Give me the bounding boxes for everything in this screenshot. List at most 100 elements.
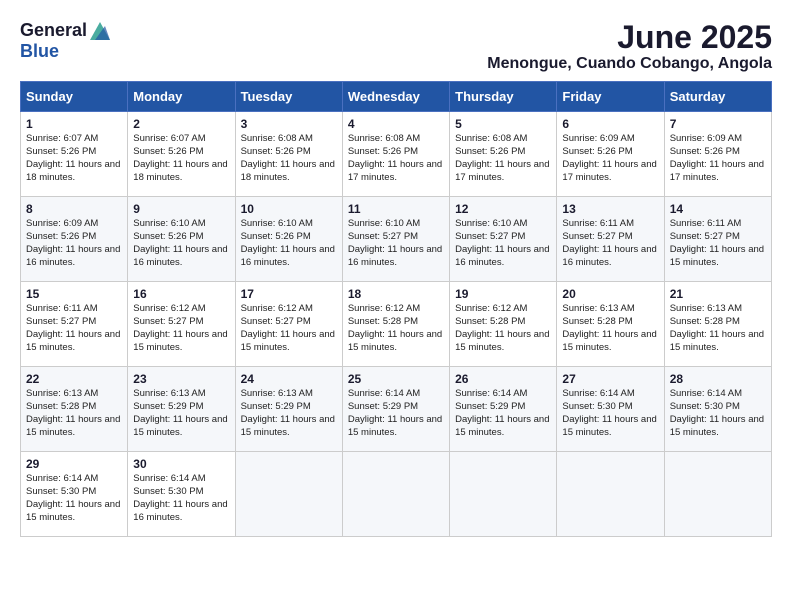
calendar-cell: 11 Sunrise: 6:10 AM Sunset: 5:27 PM Dayl… [342,197,449,282]
logo-icon [90,22,110,40]
day-number: 22 [26,372,122,386]
calendar-cell: 12 Sunrise: 6:10 AM Sunset: 5:27 PM Dayl… [450,197,557,282]
calendar-cell [664,452,771,537]
logo-blue-text: Blue [20,41,59,62]
day-number: 29 [26,457,122,471]
calendar-cell: 19 Sunrise: 6:12 AM Sunset: 5:28 PM Dayl… [450,282,557,367]
calendar-cell: 2 Sunrise: 6:07 AM Sunset: 5:26 PM Dayli… [128,112,235,197]
day-number: 14 [670,202,766,216]
day-number: 3 [241,117,337,131]
calendar-table: Sunday Monday Tuesday Wednesday Thursday… [20,81,772,537]
day-number: 20 [562,287,658,301]
day-number: 11 [348,202,444,216]
calendar-cell: 14 Sunrise: 6:11 AM Sunset: 5:27 PM Dayl… [664,197,771,282]
day-number: 18 [348,287,444,301]
day-info: Sunrise: 6:10 AM Sunset: 5:27 PM Dayligh… [348,218,444,269]
day-info: Sunrise: 6:10 AM Sunset: 5:27 PM Dayligh… [455,218,551,269]
calendar-cell: 25 Sunrise: 6:14 AM Sunset: 5:29 PM Dayl… [342,367,449,452]
calendar-cell [235,452,342,537]
day-number: 27 [562,372,658,386]
calendar-cell: 29 Sunrise: 6:14 AM Sunset: 5:30 PM Dayl… [21,452,128,537]
calendar-cell: 15 Sunrise: 6:11 AM Sunset: 5:27 PM Dayl… [21,282,128,367]
location-title: Menongue, Cuando Cobango, Angola [487,55,772,73]
day-number: 15 [26,287,122,301]
day-info: Sunrise: 6:11 AM Sunset: 5:27 PM Dayligh… [670,218,766,269]
calendar-cell: 27 Sunrise: 6:14 AM Sunset: 5:30 PM Dayl… [557,367,664,452]
day-number: 12 [455,202,551,216]
day-number: 24 [241,372,337,386]
day-number: 28 [670,372,766,386]
day-info: Sunrise: 6:14 AM Sunset: 5:29 PM Dayligh… [455,388,551,439]
title-area: June 2025 Menongue, Cuando Cobango, Ango… [487,20,772,73]
day-number: 30 [133,457,229,471]
day-info: Sunrise: 6:14 AM Sunset: 5:30 PM Dayligh… [562,388,658,439]
day-info: Sunrise: 6:13 AM Sunset: 5:29 PM Dayligh… [133,388,229,439]
day-info: Sunrise: 6:07 AM Sunset: 5:26 PM Dayligh… [133,133,229,184]
day-info: Sunrise: 6:07 AM Sunset: 5:26 PM Dayligh… [26,133,122,184]
calendar-cell: 7 Sunrise: 6:09 AM Sunset: 5:26 PM Dayli… [664,112,771,197]
calendar-cell: 22 Sunrise: 6:13 AM Sunset: 5:28 PM Dayl… [21,367,128,452]
day-info: Sunrise: 6:13 AM Sunset: 5:28 PM Dayligh… [562,303,658,354]
calendar-cell: 26 Sunrise: 6:14 AM Sunset: 5:29 PM Dayl… [450,367,557,452]
day-info: Sunrise: 6:09 AM Sunset: 5:26 PM Dayligh… [562,133,658,184]
month-title: June 2025 [487,20,772,55]
calendar-cell: 21 Sunrise: 6:13 AM Sunset: 5:28 PM Dayl… [664,282,771,367]
day-number: 17 [241,287,337,301]
calendar-cell: 1 Sunrise: 6:07 AM Sunset: 5:26 PM Dayli… [21,112,128,197]
calendar-cell: 6 Sunrise: 6:09 AM Sunset: 5:26 PM Dayli… [557,112,664,197]
header-wednesday: Wednesday [342,82,449,112]
day-info: Sunrise: 6:13 AM Sunset: 5:28 PM Dayligh… [670,303,766,354]
day-number: 16 [133,287,229,301]
calendar-cell [342,452,449,537]
header-sunday: Sunday [21,82,128,112]
day-number: 8 [26,202,122,216]
day-info: Sunrise: 6:14 AM Sunset: 5:30 PM Dayligh… [26,473,122,524]
calendar-cell [557,452,664,537]
logo-general-text: General [20,20,87,41]
calendar-cell: 4 Sunrise: 6:08 AM Sunset: 5:26 PM Dayli… [342,112,449,197]
day-number: 7 [670,117,766,131]
header-saturday: Saturday [664,82,771,112]
day-number: 1 [26,117,122,131]
calendar-cell: 20 Sunrise: 6:13 AM Sunset: 5:28 PM Dayl… [557,282,664,367]
calendar-cell: 18 Sunrise: 6:12 AM Sunset: 5:28 PM Dayl… [342,282,449,367]
day-number: 10 [241,202,337,216]
day-info: Sunrise: 6:08 AM Sunset: 5:26 PM Dayligh… [348,133,444,184]
calendar-cell: 9 Sunrise: 6:10 AM Sunset: 5:26 PM Dayli… [128,197,235,282]
page-header: General Blue June 2025 Menongue, Cuando … [20,20,772,73]
day-info: Sunrise: 6:10 AM Sunset: 5:26 PM Dayligh… [133,218,229,269]
day-number: 4 [348,117,444,131]
day-info: Sunrise: 6:14 AM Sunset: 5:29 PM Dayligh… [348,388,444,439]
day-info: Sunrise: 6:09 AM Sunset: 5:26 PM Dayligh… [670,133,766,184]
day-info: Sunrise: 6:14 AM Sunset: 5:30 PM Dayligh… [670,388,766,439]
day-info: Sunrise: 6:12 AM Sunset: 5:27 PM Dayligh… [133,303,229,354]
day-number: 21 [670,287,766,301]
calendar-cell: 5 Sunrise: 6:08 AM Sunset: 5:26 PM Dayli… [450,112,557,197]
day-info: Sunrise: 6:14 AM Sunset: 5:30 PM Dayligh… [133,473,229,524]
day-info: Sunrise: 6:08 AM Sunset: 5:26 PM Dayligh… [455,133,551,184]
calendar-cell: 10 Sunrise: 6:10 AM Sunset: 5:26 PM Dayl… [235,197,342,282]
calendar-cell: 28 Sunrise: 6:14 AM Sunset: 5:30 PM Dayl… [664,367,771,452]
day-info: Sunrise: 6:10 AM Sunset: 5:26 PM Dayligh… [241,218,337,269]
calendar-cell: 3 Sunrise: 6:08 AM Sunset: 5:26 PM Dayli… [235,112,342,197]
calendar-cell: 23 Sunrise: 6:13 AM Sunset: 5:29 PM Dayl… [128,367,235,452]
day-number: 6 [562,117,658,131]
day-info: Sunrise: 6:13 AM Sunset: 5:29 PM Dayligh… [241,388,337,439]
day-number: 25 [348,372,444,386]
header-monday: Monday [128,82,235,112]
day-info: Sunrise: 6:12 AM Sunset: 5:28 PM Dayligh… [348,303,444,354]
calendar-cell: 24 Sunrise: 6:13 AM Sunset: 5:29 PM Dayl… [235,367,342,452]
day-info: Sunrise: 6:12 AM Sunset: 5:28 PM Dayligh… [455,303,551,354]
day-info: Sunrise: 6:11 AM Sunset: 5:27 PM Dayligh… [562,218,658,269]
calendar-header-row: Sunday Monday Tuesday Wednesday Thursday… [21,82,772,112]
day-info: Sunrise: 6:09 AM Sunset: 5:26 PM Dayligh… [26,218,122,269]
logo: General Blue [20,20,111,62]
day-info: Sunrise: 6:08 AM Sunset: 5:26 PM Dayligh… [241,133,337,184]
calendar-cell: 8 Sunrise: 6:09 AM Sunset: 5:26 PM Dayli… [21,197,128,282]
day-info: Sunrise: 6:11 AM Sunset: 5:27 PM Dayligh… [26,303,122,354]
header-tuesday: Tuesday [235,82,342,112]
day-number: 9 [133,202,229,216]
day-info: Sunrise: 6:13 AM Sunset: 5:28 PM Dayligh… [26,388,122,439]
day-number: 13 [562,202,658,216]
header-thursday: Thursday [450,82,557,112]
